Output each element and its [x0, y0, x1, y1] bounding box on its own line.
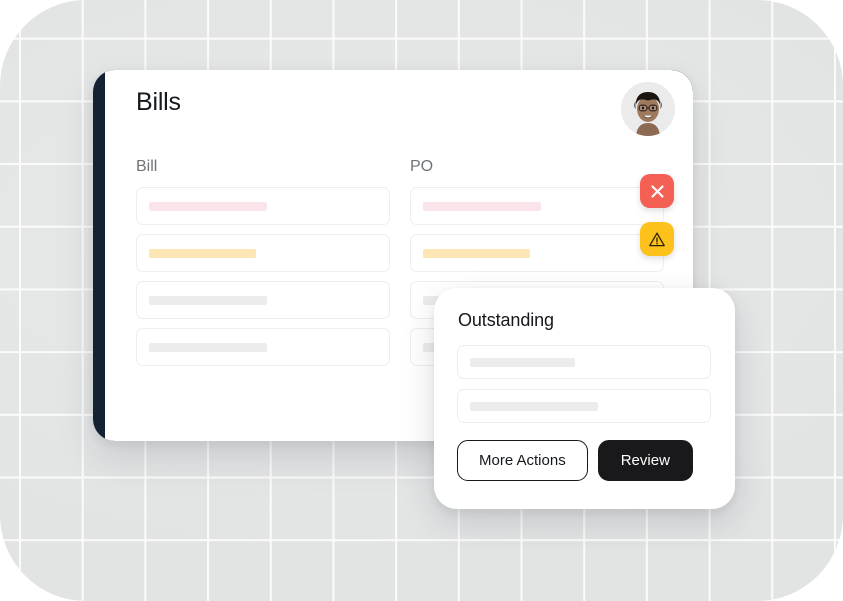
column-header-po: PO — [410, 158, 434, 175]
skeleton-bar — [149, 248, 256, 258]
close-icon — [650, 184, 664, 198]
outstanding-rows — [457, 345, 711, 433]
warning-triangle-icon — [649, 232, 665, 246]
skeleton-bar — [149, 295, 267, 305]
skeleton-bar — [423, 201, 541, 211]
skeleton-bar — [423, 248, 530, 258]
status-badge-warning[interactable] — [640, 222, 674, 256]
more-actions-button[interactable]: More Actions — [457, 440, 588, 481]
table-row[interactable] — [410, 187, 664, 225]
list-item[interactable] — [457, 389, 711, 423]
page-title: Bills — [136, 88, 181, 116]
outstanding-title: Outstanding — [458, 310, 554, 330]
skeleton-bar — [470, 357, 575, 367]
outstanding-actions: More Actions Review — [457, 440, 693, 481]
table-row[interactable] — [136, 234, 390, 272]
screenshot-stage: Bills Bill PO Outstanding More Actions R… — [0, 0, 843, 601]
table-row[interactable] — [410, 234, 664, 272]
list-item[interactable] — [457, 345, 711, 379]
review-button[interactable]: Review — [597, 440, 693, 481]
table-row[interactable] — [136, 187, 390, 225]
column-header-bill: Bill — [136, 158, 158, 175]
avatar[interactable] — [621, 82, 675, 136]
skeleton-bar — [470, 401, 598, 411]
outstanding-panel: Outstanding More Actions Review — [434, 288, 735, 509]
table-row[interactable] — [136, 281, 390, 319]
status-badge-error[interactable] — [640, 174, 674, 208]
table-row[interactable] — [136, 328, 390, 366]
column-bill: Bill — [136, 158, 390, 375]
skeleton-bar — [149, 342, 267, 352]
skeleton-bar — [149, 201, 267, 211]
